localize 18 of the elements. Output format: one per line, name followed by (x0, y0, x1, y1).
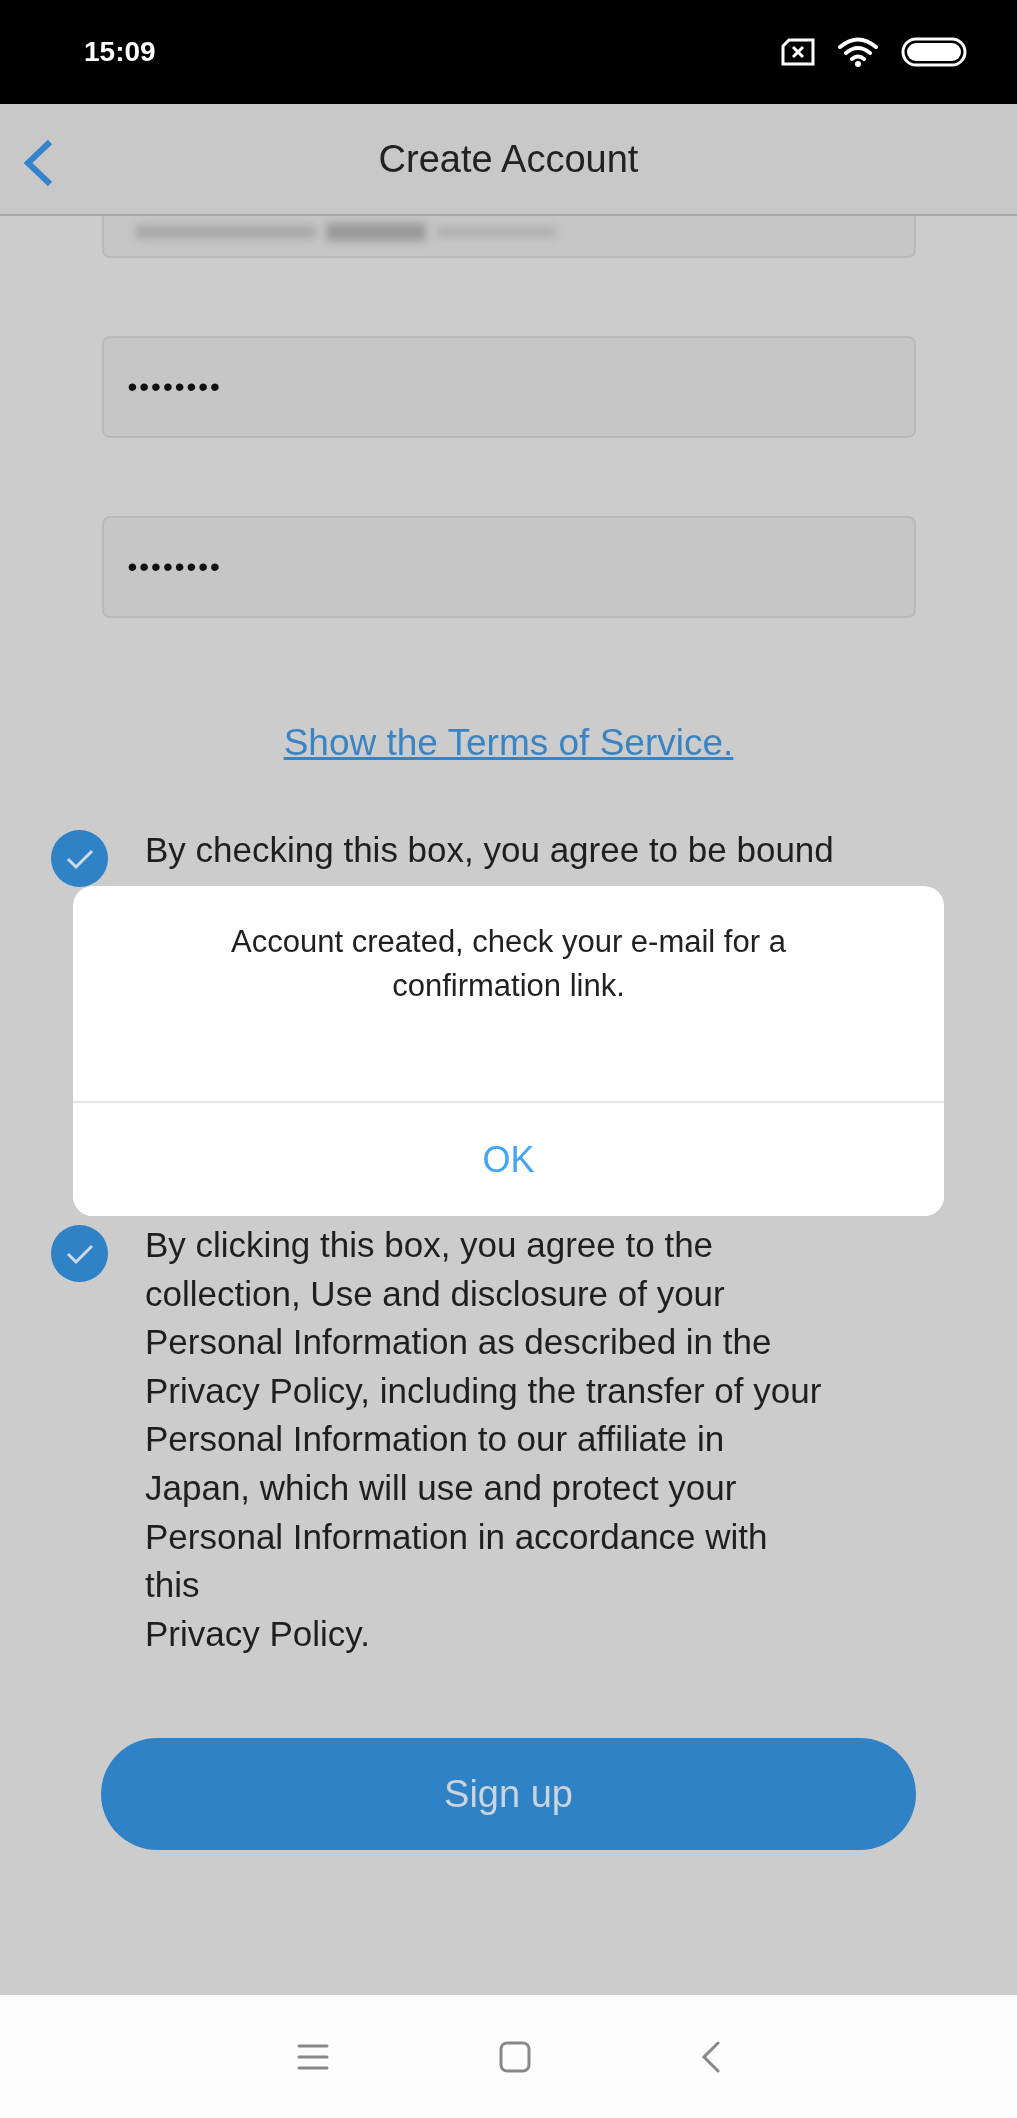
password-field[interactable]: •••••••• (101, 336, 916, 438)
password-input[interactable]: •••••••• (125, 370, 892, 404)
password-field[interactable]: •••••••• (101, 516, 916, 618)
home-icon[interactable] (498, 2040, 531, 2073)
status-time: 15:09 (84, 36, 156, 68)
checkbox[interactable] (51, 830, 108, 887)
page-title: Create Account (378, 137, 639, 181)
menu-icon[interactable] (296, 2042, 329, 2071)
consent-text: By checking this box, you agree to be bound (145, 829, 834, 871)
check-icon (64, 847, 95, 870)
wifi-icon (837, 36, 879, 68)
checkbox[interactable] (51, 1225, 108, 1282)
password-input[interactable]: •••••••• (125, 550, 892, 584)
consent-text: By clicking this box, you agree to the collection, Use and disclosure of your Personal Information as described in the Privacy Policy, including the transfer of your Personal Information to our affiliate in Japan, which will use and protect your Personal Information in accordance with this Privacy Policy. (145, 1224, 822, 1655)
back-icon[interactable] (700, 2040, 721, 2073)
check-icon (64, 1242, 95, 1265)
battery-icon (901, 37, 967, 67)
sim-card-icon (781, 38, 815, 66)
